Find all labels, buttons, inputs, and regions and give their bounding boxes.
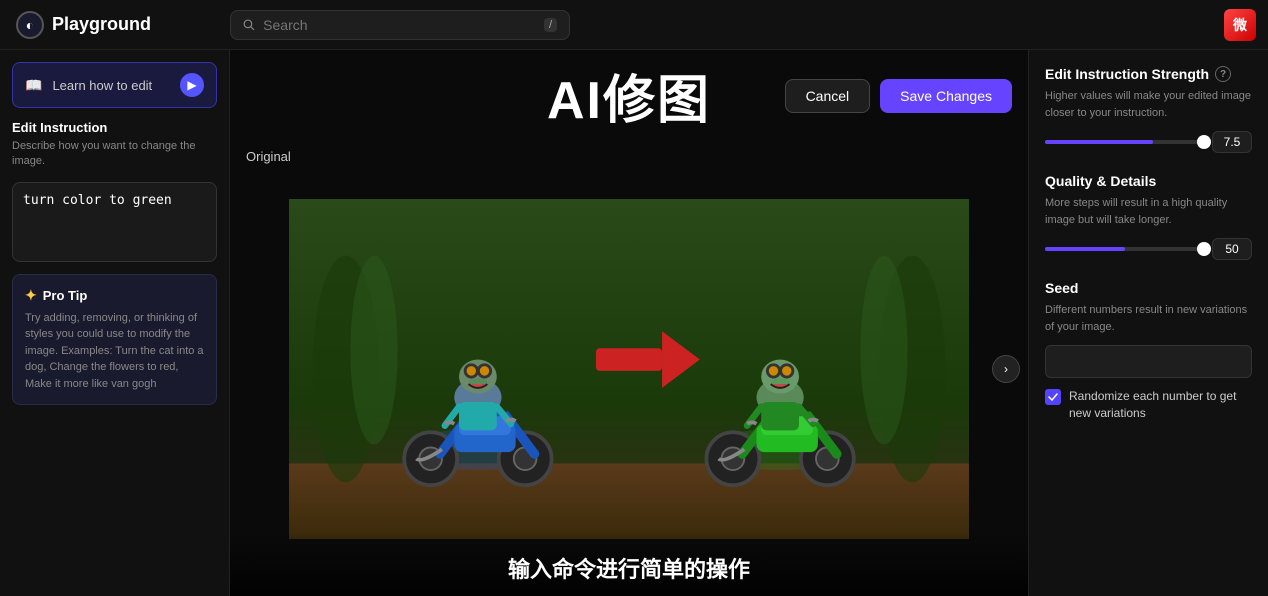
canvas-header: AI修图 Cancel Save Changes (230, 50, 1028, 141)
seed-input[interactable] (1045, 345, 1252, 378)
checkmark-icon (1048, 392, 1058, 402)
sidebar: 📖 Learn how to edit ▶ Edit Instruction D… (0, 50, 230, 596)
search-input[interactable] (263, 17, 536, 33)
canvas-actions: Cancel Save Changes (785, 79, 1012, 113)
learn-how-to-edit-button[interactable]: 📖 Learn how to edit ▶ (12, 62, 217, 108)
strength-slider-track[interactable] (1045, 140, 1204, 144)
learn-btn-arrow: ▶ (180, 73, 204, 97)
strength-slider-row: 7.5 (1045, 131, 1252, 153)
randomize-checkbox[interactable] (1045, 389, 1061, 405)
quality-desc: More steps will result in a high quality… (1045, 195, 1252, 228)
strength-value: 7.5 (1212, 131, 1252, 153)
edit-instruction-title: Edit Instruction (12, 120, 217, 135)
pro-tip-title: ✦ Pro Tip (25, 287, 204, 304)
original-label: Original (246, 149, 291, 164)
seed-desc: Different numbers result in new variatio… (1045, 302, 1252, 335)
save-changes-button[interactable]: Save Changes (880, 79, 1012, 113)
strength-title: Edit Instruction Strength ? (1045, 66, 1252, 82)
header-right: 微 (1224, 9, 1268, 41)
logo-text: Playground (52, 14, 151, 35)
randomize-label: Randomize each number to get new variati… (1069, 388, 1252, 422)
edit-instruction-input[interactable]: turn color to green (12, 182, 217, 262)
strength-section: Edit Instruction Strength ? Higher value… (1045, 66, 1252, 153)
logo-icon: ◐ (16, 11, 44, 39)
avatar[interactable]: 微 (1224, 9, 1256, 41)
quality-section: Quality & Details More steps will result… (1045, 173, 1252, 260)
strength-info-icon[interactable]: ? (1215, 66, 1231, 82)
image-container: Original (230, 141, 1028, 596)
star-icon: ✦ (25, 287, 37, 304)
main: 📖 Learn how to edit ▶ Edit Instruction D… (0, 50, 1268, 596)
seed-section: Seed Different numbers result in new var… (1045, 280, 1252, 422)
chevron-right-button[interactable]: › (992, 355, 1020, 383)
book-icon: 📖 (25, 77, 42, 94)
right-panel: Edit Instruction Strength ? Higher value… (1028, 50, 1268, 596)
cancel-button[interactable]: Cancel (785, 79, 871, 113)
logo-area: ◐ Playground (0, 11, 230, 39)
search-bar[interactable]: / (230, 10, 570, 40)
edit-instruction-desc: Describe how you want to change the imag… (12, 139, 217, 170)
frog-image (230, 199, 1028, 539)
edit-instruction-section: Edit Instruction Describe how you want t… (12, 120, 217, 170)
canvas-area: AI修图 Cancel Save Changes Original (230, 50, 1028, 596)
search-icon (243, 18, 255, 32)
pro-tip-box: ✦ Pro Tip Try adding, removing, or think… (12, 274, 217, 406)
quality-slider-row: 50 (1045, 238, 1252, 260)
learn-btn-label: Learn how to edit (52, 78, 170, 93)
canvas-title: AI修图 (547, 58, 711, 133)
strength-slider-fill (1045, 140, 1153, 144)
strength-slider-thumb (1197, 135, 1211, 149)
randomize-row: Randomize each number to get new variati… (1045, 388, 1252, 422)
quality-value: 50 (1212, 238, 1252, 260)
quality-slider-track[interactable] (1045, 247, 1204, 251)
search-shortcut: / (544, 18, 557, 32)
quality-title: Quality & Details (1045, 173, 1252, 189)
quality-slider-fill (1045, 247, 1125, 251)
overlay-text: 输入命令进行简单的操作 (230, 532, 1028, 596)
seed-title: Seed (1045, 280, 1252, 296)
pro-tip-text: Try adding, removing, or thinking of sty… (25, 310, 204, 393)
quality-slider-thumb (1197, 242, 1211, 256)
header: ◐ Playground / 微 (0, 0, 1268, 50)
strength-desc: Higher values will make your edited imag… (1045, 88, 1252, 121)
